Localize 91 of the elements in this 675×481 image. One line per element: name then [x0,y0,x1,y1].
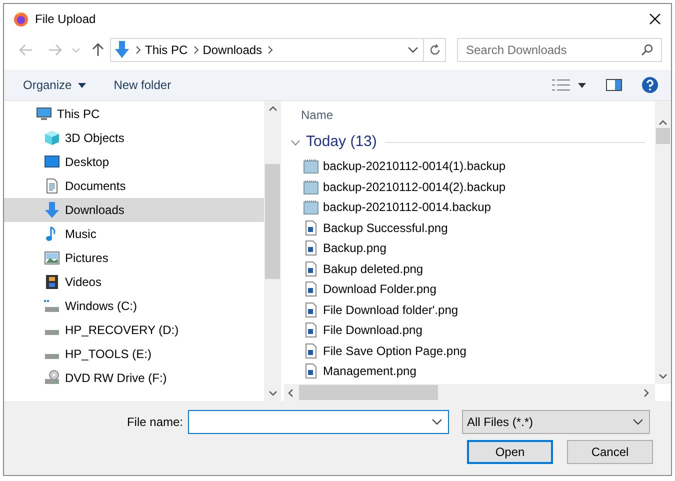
image-file-icon [303,342,319,359]
picture-icon [44,250,60,266]
image-file-icon [303,240,319,256]
image-file-icon [303,260,319,277]
window-title: File Upload [35,10,96,28]
refresh-button[interactable] [424,38,446,62]
file-item[interactable]: Bakup deleted.png [284,258,655,279]
scroll-up-icon[interactable] [268,106,276,111]
chevron-down-icon[interactable] [408,47,418,53]
file-item[interactable]: backup-20210112-0014.backup [284,197,655,218]
scroll-thumb[interactable] [656,128,670,144]
chevron-right-icon[interactable] [268,46,274,54]
nav-item[interactable]: Pictures [4,246,264,270]
file-item[interactable]: File Download.png [284,320,655,340]
nav-item[interactable]: Desktop [4,150,264,174]
file-item[interactable]: Management.png [284,361,655,382]
file-name-field[interactable] [188,410,449,434]
image-file-icon [303,302,319,318]
group-header[interactable]: Today (13) [306,131,377,154]
scrollbar[interactable] [655,101,671,384]
scroll-down-icon[interactable] [268,391,276,396]
download-arrow-icon [44,202,60,218]
column-header[interactable]: Name [301,106,334,124]
document-icon [44,178,60,194]
file-item[interactable]: File Download folder'.png [284,300,655,320]
nav-item[interactable]: Windows (C:) [4,294,264,318]
file-item[interactable]: backup-20210112-0014(2).backup [284,176,655,197]
help-icon[interactable] [642,77,658,93]
notepad-icon [303,178,319,195]
chevron-right-icon[interactable] [194,46,199,54]
nav-item[interactable]: DVD RW Drive (F:) [4,366,264,390]
nav-item[interactable]: Videos [4,270,264,294]
browser-logo-icon [13,10,29,26]
search-icon [641,44,653,56]
collapse-chevron-icon[interactable] [291,140,300,146]
file-name-label: File name: [126,414,184,431]
nav-item[interactable]: This PC [4,102,264,126]
file-item[interactable]: backup-20210112-0014(1).backup [284,156,655,176]
view-list-icon[interactable] [552,79,570,91]
image-file-icon [303,281,319,298]
address-bar[interactable]: This PC Downloads [110,38,424,62]
drive-icon [44,353,60,360]
monitor-icon [44,154,60,170]
refresh-icon [428,44,440,56]
chevron-down-icon [633,419,643,425]
up-arrow-icon[interactable] [92,43,104,57]
file-type-dropdown[interactable]: All Files (*.*) [462,410,650,434]
dialog-button[interactable]: Cancel [567,440,653,464]
chevron-down-icon[interactable] [432,419,442,425]
notepad-icon [303,199,319,216]
nav-item[interactable]: HP_RECOVERY (D:) [4,318,264,342]
scroll-thumb[interactable] [299,385,438,400]
image-file-icon [303,220,319,236]
scroll-left-icon[interactable] [288,388,293,396]
image-file-icon [303,322,319,338]
dialog-button[interactable]: Open [467,440,553,464]
download-arrow-icon [114,41,130,59]
file-item[interactable]: Download Folder.png [284,279,655,300]
nav-item[interactable]: 3D Objects [4,126,264,150]
nav-item[interactable]: Documents [4,174,264,198]
image-file-icon [303,363,319,380]
scrollbar[interactable] [284,384,655,401]
film-strip-icon [44,274,60,290]
file-item[interactable]: Backup.png [284,238,655,258]
preview-pane-icon[interactable] [606,79,622,91]
scroll-thumb[interactable] [265,164,280,279]
nav-item[interactable]: HP_TOOLS (E:) [4,342,264,366]
scroll-up-icon[interactable] [659,120,667,125]
drive-icon [44,298,60,314]
drive-icon [44,329,60,336]
file-item[interactable]: File Save Option Page.png [284,340,655,361]
notepad-icon [303,158,319,174]
breadcrumb-item[interactable]: Downloads [202,41,262,59]
breadcrumb-item[interactable]: This PC [145,41,188,59]
computer-icon [36,106,52,122]
file-item[interactable]: Backup Successful.png [284,218,655,238]
disc-drive-icon [44,370,60,386]
nav-item[interactable]: Downloads [4,198,264,222]
scroll-right-icon[interactable] [644,388,649,396]
organize-menu[interactable]: Organize [23,76,86,94]
scrollbar[interactable] [264,101,281,401]
search-input[interactable]: Search Downloads [466,41,641,59]
nav-item[interactable]: Music [4,222,264,246]
cube-icon [44,130,60,146]
close-icon[interactable] [649,12,661,24]
caret-icon[interactable] [578,82,586,88]
search-field[interactable]: Search Downloads [457,38,662,62]
scroll-down-icon[interactable] [659,374,667,379]
chevron-right-icon[interactable] [136,46,141,54]
new-folder-button[interactable]: New folder [114,76,172,94]
caret-icon [78,82,86,88]
